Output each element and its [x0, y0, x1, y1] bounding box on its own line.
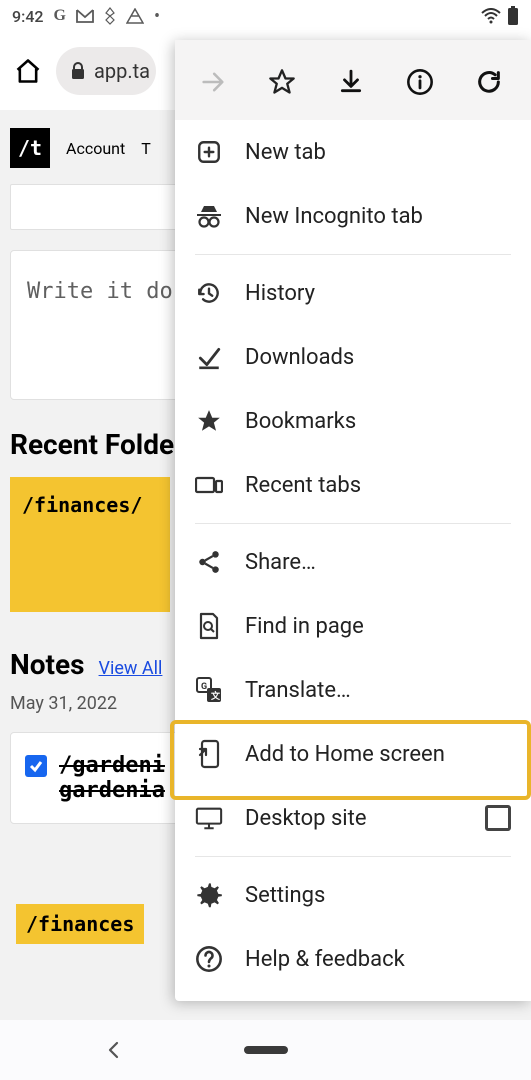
notification-dot-icon: •	[154, 6, 160, 27]
desktop-icon	[195, 804, 223, 832]
gear-icon	[195, 881, 223, 909]
menu-divider	[195, 523, 511, 524]
menu-label: History	[245, 281, 315, 306]
menu-label: Find in page	[245, 614, 364, 639]
system-nav-bar	[0, 1020, 531, 1080]
battery-icon	[507, 6, 519, 26]
app-logo[interactable]: /t	[10, 128, 50, 168]
app-indicator-icon	[104, 7, 116, 25]
menu-add-to-home[interactable]: Add to Home screen	[175, 722, 531, 786]
home-button[interactable]	[8, 51, 48, 91]
add-to-home-icon	[195, 740, 223, 768]
new-tab-icon	[195, 138, 223, 166]
menu-translate[interactable]: G文 Translate…	[175, 658, 531, 722]
menu-label: Settings	[245, 883, 325, 908]
menu-label: Bookmarks	[245, 409, 356, 434]
menu-label: Downloads	[245, 345, 354, 370]
menu-desktop-site[interactable]: Desktop site	[175, 786, 531, 850]
menu-recent-tabs[interactable]: Recent tabs	[175, 453, 531, 517]
nav-account[interactable]: Account	[66, 139, 125, 158]
wifi-icon	[481, 8, 501, 24]
recent-tabs-icon	[195, 471, 223, 499]
menu-history[interactable]: History	[175, 261, 531, 325]
back-button[interactable]	[104, 1040, 124, 1060]
bookmark-star-button[interactable]	[262, 62, 302, 102]
menu-new-tab[interactable]: New tab	[175, 120, 531, 184]
bookmarks-icon	[195, 407, 223, 435]
svg-text:文: 文	[210, 690, 221, 702]
url-text: app.ta	[94, 59, 150, 83]
menu-label: Add to Home screen	[245, 742, 445, 767]
google-icon: G	[54, 7, 66, 25]
find-icon	[195, 612, 223, 640]
menu-help[interactable]: Help & feedback	[175, 927, 531, 991]
history-icon	[195, 279, 223, 307]
menu-share[interactable]: Share…	[175, 530, 531, 594]
svg-text:G: G	[201, 682, 207, 692]
menu-label: New Incognito tab	[245, 204, 423, 229]
translate-icon: G文	[195, 676, 223, 704]
note-line-1: /gardeni	[59, 753, 165, 778]
menu-label: Desktop site	[245, 806, 367, 831]
download-button[interactable]	[331, 62, 371, 102]
view-all-link[interactable]: View All	[99, 658, 163, 679]
refresh-button[interactable]	[469, 62, 509, 102]
menu-label: New tab	[245, 140, 326, 165]
url-bar[interactable]: app.ta	[56, 47, 156, 95]
drive-icon	[126, 8, 144, 24]
menu-settings[interactable]: Settings	[175, 863, 531, 927]
note-line-2: gardenia	[59, 778, 165, 803]
menu-find-in-page[interactable]: Find in page	[175, 594, 531, 658]
status-bar: 9:42 G •	[0, 0, 531, 32]
menu-divider	[195, 856, 511, 857]
menu-label: Recent tabs	[245, 473, 361, 498]
help-icon	[195, 945, 223, 973]
folder-partial[interactable]: /finances	[16, 904, 144, 944]
folder-finances[interactable]: /finances/	[10, 477, 170, 612]
menu-label: Translate…	[245, 678, 351, 703]
note-checkbox[interactable]	[25, 755, 47, 777]
share-icon	[195, 548, 223, 576]
nav-secondary[interactable]: T	[141, 139, 151, 158]
menu-label: Help & feedback	[245, 947, 405, 972]
browser-menu: New tab New Incognito tab History Downlo…	[175, 40, 531, 1001]
desktop-site-checkbox[interactable]	[485, 805, 511, 831]
lock-icon	[70, 62, 86, 80]
gmail-icon	[76, 9, 94, 23]
forward-button[interactable]	[193, 62, 233, 102]
note-preview-text: Write it do	[27, 279, 173, 304]
menu-bookmarks[interactable]: Bookmarks	[175, 389, 531, 453]
downloads-check-icon	[195, 343, 223, 371]
status-clock: 9:42	[12, 7, 44, 26]
home-gesture-pill[interactable]	[244, 1046, 288, 1054]
page-info-button[interactable]	[400, 62, 440, 102]
notes-title: Notes	[10, 648, 85, 681]
folder-label: /finances/	[22, 493, 142, 517]
menu-divider	[195, 254, 511, 255]
menu-label: Share…	[245, 550, 316, 575]
incognito-icon	[195, 202, 223, 230]
menu-downloads[interactable]: Downloads	[175, 325, 531, 389]
menu-incognito[interactable]: New Incognito tab	[175, 184, 531, 248]
